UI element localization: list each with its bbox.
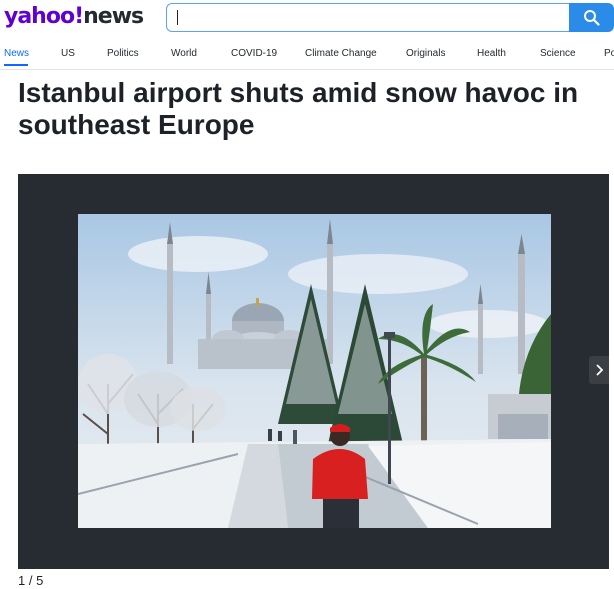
- top-bar: yahoo! news: [0, 0, 614, 36]
- logo-yahoo-text: yahoo!: [4, 4, 84, 29]
- text-cursor: [177, 10, 178, 25]
- nav-item-politics[interactable]: Politics: [107, 48, 139, 59]
- slide-photo[interactable]: [78, 214, 551, 528]
- slide-counter: 1 / 5: [18, 573, 44, 588]
- logo-news-text: news: [83, 4, 144, 29]
- yahoo-news-logo[interactable]: yahoo! news: [4, 4, 144, 30]
- search-button[interactable]: [569, 3, 614, 32]
- search-input[interactable]: [166, 3, 569, 32]
- nav-item-world[interactable]: World: [171, 48, 197, 59]
- search-icon: [584, 10, 600, 26]
- nav-item-covid-19[interactable]: COVID-19: [231, 48, 277, 59]
- nav-item-originals[interactable]: Originals: [406, 48, 445, 59]
- nav-item-politics-truncated[interactable]: Po: [604, 48, 614, 59]
- section-nav: News US Politics World COVID-19 Climate …: [0, 36, 614, 70]
- nav-active-indicator: [4, 64, 28, 66]
- nav-item-science[interactable]: Science: [540, 48, 576, 59]
- nav-item-news[interactable]: News: [4, 48, 29, 59]
- nav-item-climate-change[interactable]: Climate Change: [305, 48, 377, 59]
- photo-slideshow[interactable]: [18, 174, 609, 569]
- article-headline: Istanbul airport shuts amid snow havoc i…: [18, 77, 579, 140]
- nav-item-health[interactable]: Health: [477, 48, 506, 59]
- chevron-right-icon: [596, 364, 604, 376]
- next-slide-button[interactable]: [589, 356, 609, 384]
- nav-item-us[interactable]: US: [61, 48, 75, 59]
